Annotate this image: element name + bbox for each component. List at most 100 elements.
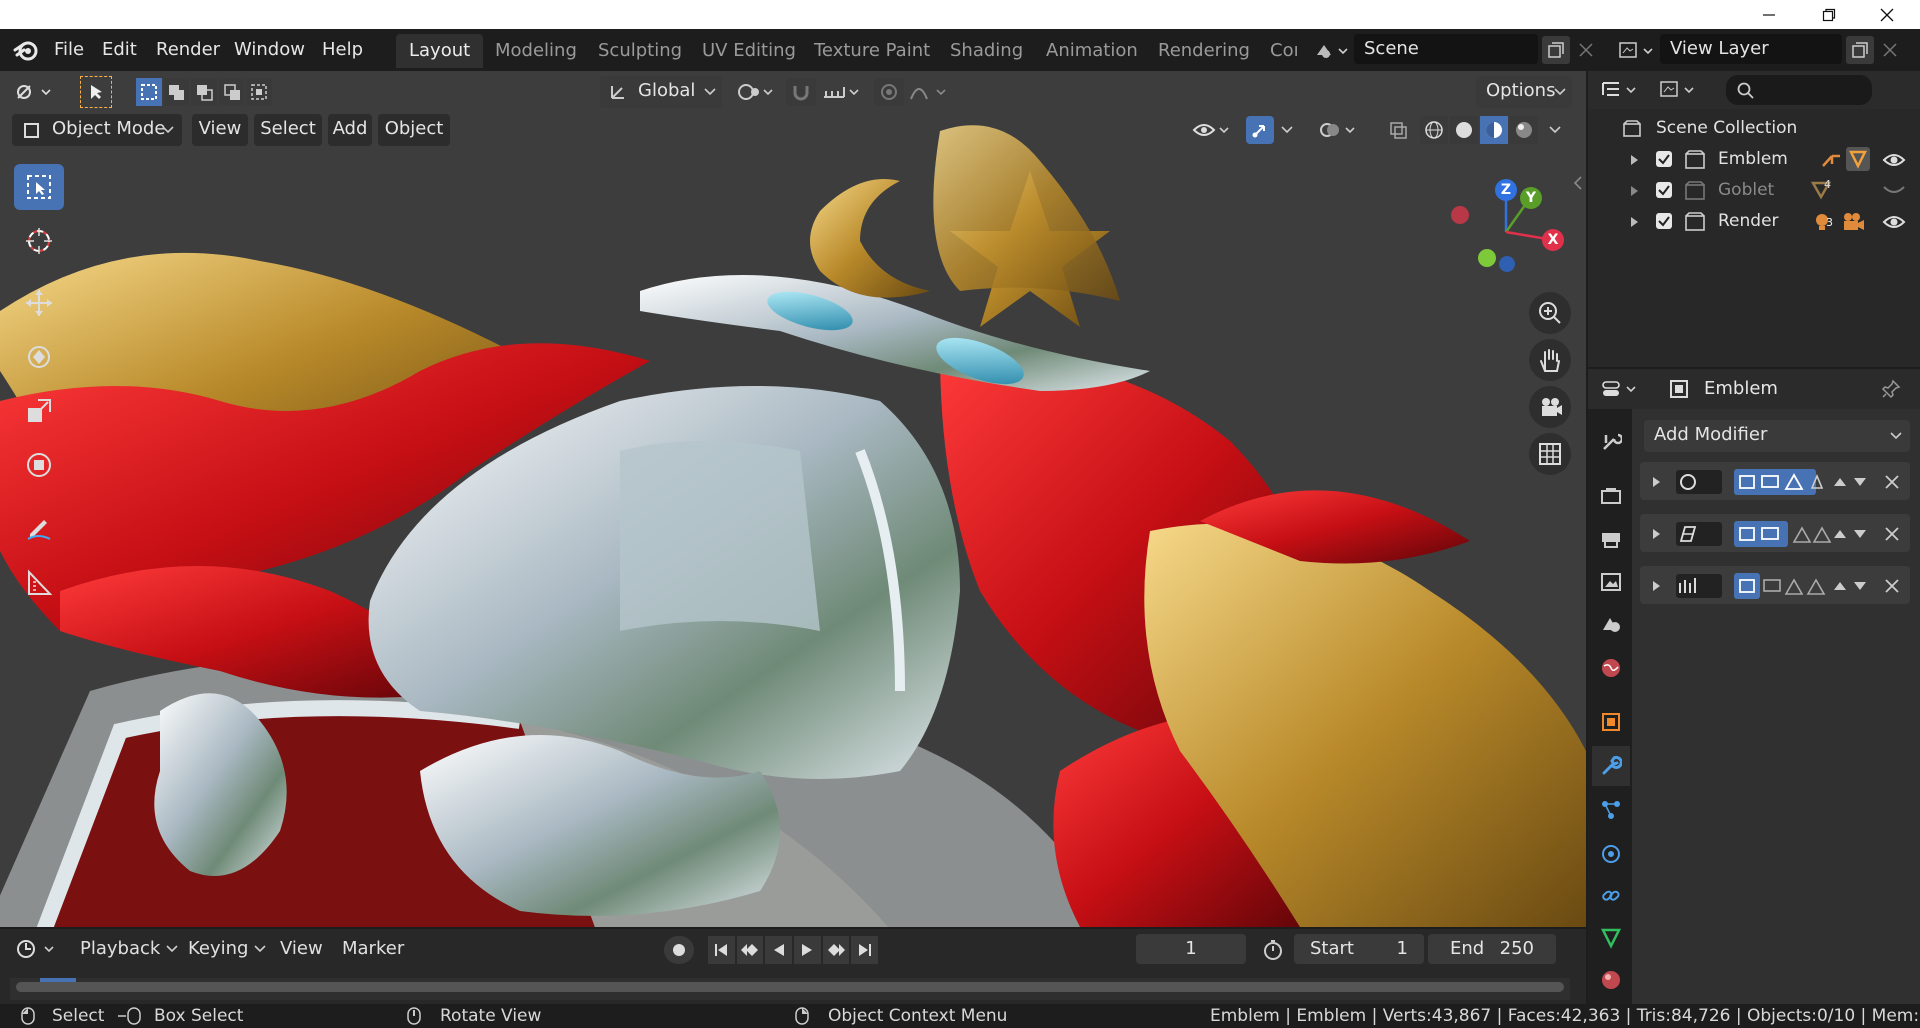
expand-arrow-icon[interactable] [1630,216,1640,228]
modifier-visibility-toggles[interactable] [1734,521,1788,547]
outliner-item-emblem[interactable]: Emblem [1590,144,1916,175]
modifier-render-toggle[interactable] [1734,573,1760,599]
move-up-down-icon[interactable] [1832,526,1868,542]
move-up-down-icon[interactable] [1832,578,1868,594]
outliner-item-goblet[interactable]: Goblet 4 [1590,175,1916,206]
viewport-menu-select[interactable]: Select [254,114,322,146]
scene-name-field[interactable]: Scene [1354,34,1538,64]
gizmo-dropdown[interactable] [1276,116,1298,144]
close-icon[interactable] [1884,578,1900,594]
timeline-scrollbar[interactable] [16,982,1564,992]
expand-arrow-icon[interactable] [1652,528,1662,540]
select-new-button[interactable] [136,78,162,106]
shading-material-button[interactable] [1480,116,1508,144]
tool-measure[interactable] [14,560,64,606]
visibility-dropdown[interactable] [1188,114,1236,146]
expand-arrow-icon[interactable] [1652,580,1662,592]
outliner-display-mode-dropdown[interactable] [1656,76,1702,104]
restore-button[interactable] [1800,0,1858,29]
tool-move[interactable] [14,280,64,326]
viewport-menu-view[interactable]: View [192,114,248,146]
close-icon[interactable] [1884,474,1900,490]
tab-data[interactable] [1592,918,1630,958]
snap-toggle-button[interactable] [786,78,816,106]
select-extend-button[interactable] [163,78,190,106]
move-up-down-icon[interactable] [1832,474,1868,490]
xray-toggle-button[interactable] [1384,116,1412,144]
tab-constraints[interactable] [1592,876,1630,916]
new-view-layer-button[interactable] [1846,36,1874,64]
close-icon[interactable] [1884,526,1900,542]
jump-end-button[interactable] [851,936,879,964]
exclude-checkbox[interactable] [1656,151,1672,167]
view-layer-name-field[interactable]: View Layer [1660,34,1842,64]
shading-solid-button[interactable] [1450,116,1478,144]
properties-editor-type-button[interactable] [1598,374,1644,404]
realtime-editmode-cage-icons[interactable] [1762,574,1832,598]
play-reverse-button[interactable] [765,936,793,964]
tool-scale[interactable] [14,388,64,434]
end-frame-field[interactable]: End 250 [1428,934,1556,964]
expand-arrow-icon[interactable] [1630,154,1640,166]
tab-particles[interactable] [1592,790,1630,830]
tab-output[interactable] [1592,518,1630,558]
tab-object[interactable] [1592,702,1630,742]
timeline-view-menu[interactable]: View [274,934,329,964]
timeline-marker-menu[interactable]: Marker [336,934,410,964]
new-scene-button[interactable] [1542,36,1570,64]
ortho-toggle-button[interactable] [1529,433,1571,475]
tool-rotate[interactable] [14,334,64,380]
eye-closed-icon[interactable] [1882,183,1906,197]
expand-arrow-icon[interactable] [1652,476,1662,488]
modifier-row-3[interactable] [1640,566,1910,604]
blender-logo-icon[interactable] [12,36,40,64]
timeline-editor-type-button[interactable] [12,934,62,964]
editor-type-button[interactable] [10,76,62,108]
tab-tool[interactable] [1592,422,1630,462]
select-subtract-button[interactable] [191,78,217,106]
workspace-tab-compositing[interactable]: Coı [1257,34,1297,68]
minimize-button[interactable] [1740,0,1798,29]
current-frame-field[interactable]: 1 [1136,934,1246,964]
preview-range-toggle[interactable] [1256,937,1290,963]
shading-dropdown[interactable] [1544,116,1566,144]
gizmo-axis-z[interactable]: Z [1495,179,1517,201]
workspace-tab-sculpting[interactable]: Sculpting [585,34,695,68]
sidebar-toggle-icon[interactable] [1572,174,1586,194]
zoom-button[interactable] [1529,292,1571,334]
prev-keyframe-button[interactable] [736,936,764,964]
tab-modifiers[interactable] [1592,746,1630,786]
gizmo-toggle-button[interactable] [1246,116,1274,144]
camera-view-button[interactable] [1529,386,1571,428]
timeline-keying-menu[interactable]: Keying [182,934,272,964]
jump-start-button[interactable] [708,936,735,964]
modifier-row-2[interactable] [1640,514,1910,552]
outliner-scene-collection[interactable]: Scene Collection [1590,113,1916,144]
tool-transform[interactable] [14,442,64,488]
modifier-visibility-toggles[interactable] [1734,469,1816,495]
menu-help[interactable]: Help [314,36,371,64]
select-invert-button[interactable] [218,78,245,106]
workspace-tab-modeling[interactable]: Modeling [482,34,590,68]
proportional-falloff-dropdown[interactable] [906,76,952,108]
delete-view-layer-button[interactable] [1878,38,1902,62]
menu-render[interactable]: Render [148,36,228,64]
workspace-tab-rendering[interactable]: Rendering [1145,34,1263,68]
timeline-playback-menu[interactable]: Playback [74,934,184,964]
add-modifier-dropdown[interactable]: Add Modifier [1644,420,1910,452]
tool-select-box-button[interactable] [80,76,112,108]
tab-world[interactable] [1592,648,1630,688]
tab-physics[interactable] [1592,834,1630,874]
menu-file[interactable]: File [46,36,92,64]
exclude-checkbox[interactable] [1656,182,1672,198]
close-window-button[interactable] [1858,0,1916,29]
overlays-dropdown[interactable] [1314,114,1362,146]
menu-window[interactable]: Window [226,36,313,64]
gizmo-axis-y[interactable]: Y [1520,187,1542,209]
tab-render[interactable] [1592,476,1630,516]
workspace-tab-shading[interactable]: Shading [937,34,1036,68]
outliner-editor-type-button[interactable] [1598,76,1644,104]
vertex-cage-icon[interactable] [1810,474,1824,490]
eye-icon[interactable] [1882,212,1906,232]
workspace-tab-layout[interactable]: Layout [396,34,484,68]
